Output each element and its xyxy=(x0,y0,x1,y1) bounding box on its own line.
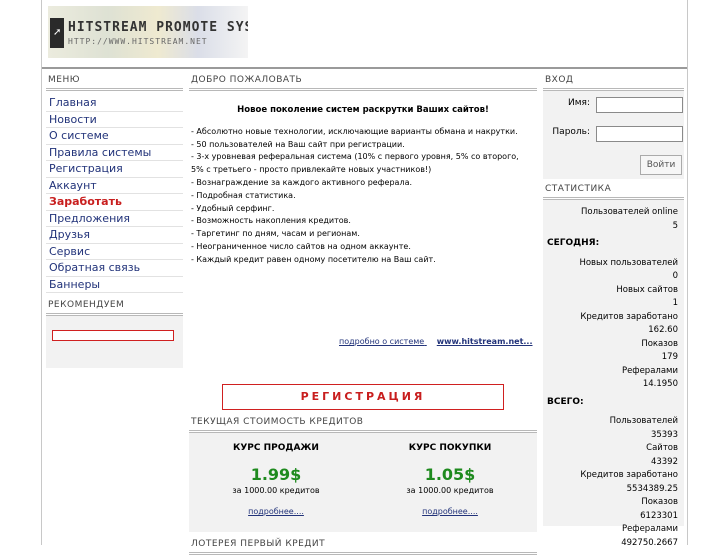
feature-line: - Вознаграждение за каждого активного ре… xyxy=(191,177,413,187)
sell-rate: КУРС ПРОДАЖИ 1.99$ за 1000.00 кредитов п… xyxy=(189,433,363,516)
page-frame: ➚ HITSTREAM PROMOTE SYSTEM HTTP://WWW.HI… xyxy=(41,0,688,555)
online-label: Пользователей online xyxy=(581,207,678,217)
register-button[interactable]: РЕГИСТРАЦИЯ xyxy=(222,384,504,410)
feature-list: - Абсолютно новые технологии, исключающи… xyxy=(191,126,535,267)
welcome-title: ДОБРО ПОЖАЛОВАТЬ xyxy=(189,70,537,91)
feature-line: - 50 пользователей на Ваш сайт при регис… xyxy=(191,139,405,149)
buy-rate-sub: за 1000.00 кредитов xyxy=(406,486,494,495)
recommend-title: РЕКОМЕНДУЕМ xyxy=(46,295,183,316)
name-label: Имя: xyxy=(568,98,590,108)
welcome-headline: Новое поколение систем раскрутки Ваших с… xyxy=(237,105,489,115)
sell-rate-value: 1.99$ xyxy=(250,465,302,484)
about-link[interactable]: подробно о системе xyxy=(339,337,424,346)
stat-label: Сайтов xyxy=(646,443,678,453)
feature-line: - Возможность накопления кредитов. xyxy=(191,216,351,226)
login-panel: Имя: Пароль: Войти xyxy=(543,91,684,179)
menu-item[interactable]: Правила системы xyxy=(46,144,183,161)
header-divider xyxy=(42,67,687,69)
feature-line: - Абсолютно новые технологии, исключающи… xyxy=(191,126,518,136)
stat-label: Показов xyxy=(641,497,678,507)
stat-label: Рефералами xyxy=(621,524,678,534)
password-label: Пароль: xyxy=(552,127,590,137)
sell-rate-link[interactable]: подробнее.... xyxy=(189,507,363,516)
logo-url: HTTP://WWW.HITSTREAM.NET xyxy=(68,37,208,46)
logo-title: HITSTREAM PROMOTE SYSTEM xyxy=(68,20,248,35)
stat-value: 1 xyxy=(672,298,678,308)
stat-value: 179 xyxy=(661,352,678,362)
sell-rate-label: КУРС ПРОДАЖИ xyxy=(233,443,319,453)
buy-rate-value: 1.05$ xyxy=(424,465,476,484)
name-input[interactable] xyxy=(596,97,683,113)
stat-label: Кредитов заработано xyxy=(580,470,678,480)
menu-item[interactable]: Друзья xyxy=(46,227,183,244)
recommend-panel xyxy=(46,316,183,368)
stats-panel: Пользователей online 5 СЕГОДНЯ: Новых по… xyxy=(543,200,684,548)
feature-line: - Таргетинг по дням, часам и регионам. xyxy=(191,229,360,239)
total-stats: Пользователей 35393 Сайтов 43392 Кредитов за… xyxy=(547,415,678,550)
menu-item[interactable]: Предложения xyxy=(46,210,183,227)
menu-item[interactable]: Регистрация xyxy=(46,161,183,178)
stat-value: 14.1950 xyxy=(642,379,678,389)
online-value: 5 xyxy=(672,220,678,231)
logo-arrow-icon: ➚ xyxy=(50,18,64,48)
header: ➚ HITSTREAM PROMOTE SYSTEM HTTP://WWW.HI… xyxy=(42,0,687,69)
stat-label: Пользователей xyxy=(609,416,678,426)
buy-rate-label: КУРС ПОКУПКИ xyxy=(408,443,492,453)
sell-rate-sub: за 1000.00 кредитов xyxy=(232,486,320,495)
right-column: ВХОД Имя: Пароль: Войти СТАТИСТИКА Польз… xyxy=(543,70,684,548)
buy-rate: КУРС ПОКУПКИ 1.05$ за 1000.00 кредитов п… xyxy=(363,433,537,516)
menu-item[interactable]: Сервис xyxy=(46,243,183,260)
feature-line: 5% с третьего - просто привлекайте новых… xyxy=(191,165,432,175)
feature-line: - Удобный серфинг. xyxy=(191,203,275,213)
stat-value: 162.60 xyxy=(648,325,678,335)
stats-title: СТАТИСТИКА xyxy=(543,179,684,200)
stat-value: 6123301 xyxy=(640,510,678,521)
total-heading: ВСЕГО: xyxy=(547,396,584,407)
menu-item[interactable]: Обратная связь xyxy=(46,260,183,277)
site-link[interactable]: www.hitstream.net... xyxy=(437,337,533,346)
menu-item[interactable]: О системе xyxy=(46,128,183,145)
stat-value: 43392 xyxy=(650,456,678,467)
stat-value: 492750.2667 xyxy=(621,537,678,548)
stat-label: Кредитов заработано xyxy=(580,311,678,322)
stat-label: Новых сайтов xyxy=(616,284,678,295)
menu-item[interactable]: Заработать xyxy=(46,194,183,211)
stat-label: Рефералами xyxy=(621,365,678,376)
login-title: ВХОД xyxy=(543,70,684,91)
stat-value: 0 xyxy=(672,271,678,281)
site-logo[interactable]: ➚ HITSTREAM PROMOTE SYSTEM HTTP://WWW.HI… xyxy=(48,6,248,58)
feature-line: - Неограниченное число сайтов на одном а… xyxy=(191,241,411,251)
feature-line: - Каждый кредит равен одному посетителю … xyxy=(191,254,436,264)
menu-item[interactable]: Новости xyxy=(46,111,183,128)
feature-line: - Подробная статистика. xyxy=(191,190,296,200)
main-column: ДОБРО ПОЖАЛОВАТЬ Новое поколение систем … xyxy=(189,70,537,555)
main-menu: Главная Новости О системе Правила системы Ре… xyxy=(46,91,183,293)
rates-title: ТЕКУЩАЯ СТОИМОСТЬ КРЕДИТОВ xyxy=(189,412,537,433)
welcome-panel: Новое поколение систем раскрутки Ваших с… xyxy=(189,104,537,412)
rates-panel: КУРС ПРОДАЖИ 1.99$ за 1000.00 кредитов п… xyxy=(189,433,537,532)
menu-item[interactable]: Баннеры xyxy=(46,276,183,293)
stat-label: Новых пользователей xyxy=(579,257,678,268)
menu-title: МЕНЮ xyxy=(46,70,183,91)
today-stats: Новых пользователей 0 Новых сайтов 1 Кредито… xyxy=(547,257,678,392)
menu-item[interactable]: Аккаунт xyxy=(46,177,183,194)
menu-item[interactable]: Главная xyxy=(46,95,183,112)
more-links: подробно о системе www.hitstream.net... xyxy=(339,336,533,349)
buy-rate-link[interactable]: подробнее.... xyxy=(363,507,537,516)
stat-value: 5534389.25 xyxy=(626,483,678,494)
recommend-banner-slot[interactable] xyxy=(52,330,174,341)
login-button[interactable]: Войти xyxy=(640,155,682,175)
today-heading: СЕГОДНЯ: xyxy=(547,238,600,248)
stat-value: 35393 xyxy=(650,429,678,440)
stat-label: Показов xyxy=(641,338,678,349)
feature-line: - 3-х уровневая реферальная система (10%… xyxy=(191,152,519,162)
left-column: МЕНЮ Главная Новости О системе Правила сист… xyxy=(46,70,183,368)
password-input[interactable] xyxy=(596,126,683,142)
